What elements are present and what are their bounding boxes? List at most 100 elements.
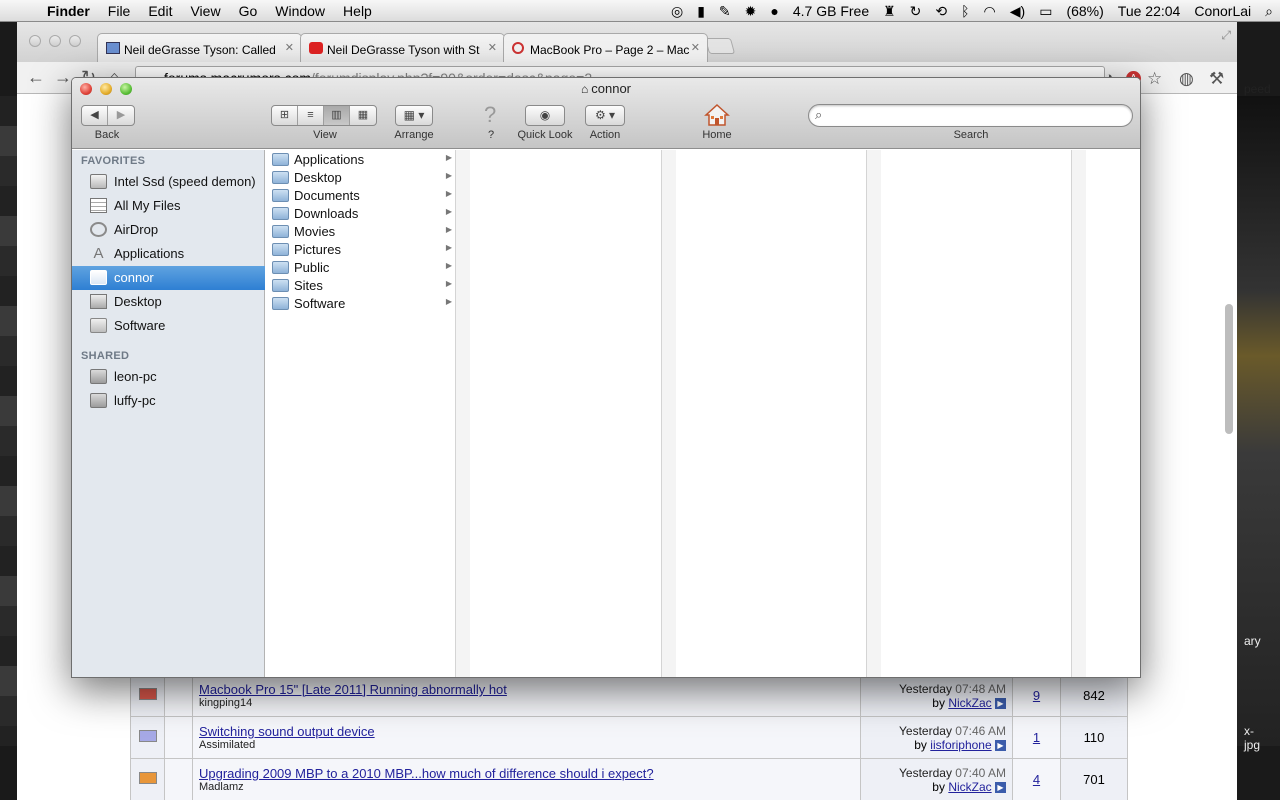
- sidebar-item-airdrop[interactable]: AirDrop: [72, 218, 265, 242]
- wifi-icon[interactable]: ◠: [977, 3, 1003, 20]
- bookmark-star-icon[interactable]: ☆: [1147, 69, 1162, 89]
- thread-title-link[interactable]: Macbook Pro 15" [Late 2011] Running abno…: [199, 682, 860, 697]
- status-meter-icon[interactable]: ▮: [690, 3, 712, 20]
- replies-link[interactable]: 4: [1033, 772, 1040, 787]
- icon-view-button[interactable]: ⊞: [272, 106, 298, 125]
- column-divider[interactable]: [662, 150, 676, 677]
- column-divider[interactable]: [456, 150, 470, 677]
- browser-zoom-button[interactable]: [69, 35, 81, 47]
- sidebar-item-software[interactable]: Software: [72, 314, 265, 338]
- search-label: Search: [953, 129, 989, 141]
- sidebar-item-leon-pc[interactable]: leon-pc: [72, 365, 265, 389]
- thread-author[interactable]: Assimilated: [199, 739, 860, 751]
- sidebar-item-all-my-files[interactable]: All My Files: [72, 194, 265, 218]
- quick-look-button[interactable]: ◉: [525, 105, 565, 126]
- menu-app-finder[interactable]: Finder: [38, 3, 99, 19]
- menu-edit[interactable]: Edit: [139, 3, 181, 19]
- disk-free-status[interactable]: 4.7 GB Free: [786, 3, 876, 19]
- folder-row[interactable]: Downloads ▶: [266, 205, 456, 223]
- sidebar-item-label: Intel Ssd (speed demon): [114, 174, 256, 189]
- back-arrow-icon[interactable]: ←: [27, 67, 45, 88]
- sync-icon[interactable]: ↻: [903, 3, 929, 20]
- status-tool-icon[interactable]: ✎: [712, 3, 738, 20]
- thread-title-link[interactable]: Switching sound output device: [199, 724, 860, 739]
- folder-row[interactable]: Software ▶: [266, 295, 456, 313]
- browser-tab-2[interactable]: Neil DeGrasse Tyson with St ✕: [300, 33, 505, 62]
- arrange-button[interactable]: ▦ ▾: [395, 105, 433, 126]
- column-view-button[interactable]: ▥: [324, 106, 350, 125]
- desktop-background-right: peed ary x- jpg: [1236, 82, 1280, 752]
- thread-title-link[interactable]: Upgrading 2009 MBP to a 2010 MBP...how m…: [199, 766, 860, 781]
- tab-close-icon[interactable]: ✕: [488, 41, 497, 54]
- go-to-last-post-icon[interactable]: ▶: [995, 781, 1006, 793]
- menu-window[interactable]: Window: [266, 3, 334, 19]
- menu-go[interactable]: Go: [230, 3, 267, 19]
- sidebar-item-intel-ssd[interactable]: Intel Ssd (speed demon): [72, 170, 265, 194]
- views-cell: 110: [1060, 716, 1128, 759]
- search-field[interactable]: ⌕: [808, 104, 1133, 127]
- spotlight-icon[interactable]: ⌕: [1258, 3, 1280, 20]
- forward-button[interactable]: ▶: [108, 106, 134, 125]
- replies-link[interactable]: 1: [1033, 730, 1040, 745]
- home-button[interactable]: [704, 103, 730, 127]
- sidebar-item-connor[interactable]: connor: [72, 266, 265, 290]
- thread-author[interactable]: Madlamz: [199, 781, 860, 793]
- fullscreen-icon[interactable]: ⤢: [1221, 28, 1231, 43]
- status-gear-icon[interactable]: ✹: [738, 3, 764, 20]
- wrench-icon[interactable]: ⚒: [1209, 69, 1224, 89]
- back-button[interactable]: ◀: [82, 106, 108, 125]
- bluetooth-icon[interactable]: ᛒ: [954, 3, 976, 19]
- disclosure-arrow-icon: ▶: [445, 297, 452, 306]
- forward-arrow-icon[interactable]: →: [54, 67, 72, 88]
- folder-row[interactable]: Movies ▶: [266, 223, 456, 241]
- battery-icon[interactable]: ▭: [1032, 3, 1059, 20]
- folder-row[interactable]: Sites ▶: [266, 277, 456, 295]
- status-binoculars-icon[interactable]: ♜: [876, 3, 903, 20]
- menu-help[interactable]: Help: [334, 3, 381, 19]
- column-divider[interactable]: [867, 150, 881, 677]
- battery-percent[interactable]: (68%): [1059, 3, 1110, 19]
- column-5: [1086, 150, 1140, 677]
- go-to-last-post-icon[interactable]: ▶: [995, 739, 1006, 751]
- list-view-button[interactable]: ≡: [298, 106, 324, 125]
- folder-name: Sites: [294, 278, 323, 293]
- finder-toolbar: ⌂ connor ◀ ▶ Back ⊞ ≡ ▥ ▦ View ▦ ▾ Arrang…: [72, 78, 1140, 149]
- sidebar-item-applications[interactable]: A Applications: [72, 242, 265, 266]
- tab-close-icon[interactable]: ✕: [691, 41, 700, 54]
- go-to-last-post-icon[interactable]: ▶: [995, 697, 1006, 709]
- folder-row[interactable]: Documents ▶: [266, 187, 456, 205]
- coverflow-view-button[interactable]: ▦: [350, 106, 376, 125]
- last-poster-link[interactable]: NickZac: [948, 780, 991, 794]
- menu-view[interactable]: View: [181, 3, 229, 19]
- folder-row[interactable]: Public ▶: [266, 259, 456, 277]
- column-divider[interactable]: [1072, 150, 1086, 677]
- sidebar-item-desktop[interactable]: Desktop: [72, 290, 265, 314]
- browser-close-button[interactable]: [29, 35, 41, 47]
- browser-minimize-button[interactable]: [49, 35, 61, 47]
- new-tab-button[interactable]: [704, 38, 736, 54]
- folder-row[interactable]: Pictures ▶: [266, 241, 456, 259]
- clock[interactable]: Tue 22:04: [1111, 3, 1188, 19]
- tab-close-icon[interactable]: ✕: [285, 41, 294, 54]
- time-machine-icon[interactable]: ⟲: [928, 3, 954, 20]
- user-name[interactable]: ConorLai: [1187, 3, 1258, 19]
- replies-link[interactable]: 9: [1033, 688, 1040, 703]
- volume-icon[interactable]: ◀): [1003, 3, 1032, 20]
- menu-file[interactable]: File: [99, 3, 140, 19]
- last-poster-link[interactable]: iisforiphone: [930, 738, 991, 752]
- folder-row[interactable]: Applications ▶: [266, 151, 456, 169]
- page-scrollbar[interactable]: [1225, 304, 1233, 434]
- desktop-text-3: x-: [1244, 724, 1254, 738]
- globe-icon[interactable]: ◍: [1179, 69, 1194, 89]
- browser-tab-3-active[interactable]: MacBook Pro – Page 2 – Mac ✕: [503, 33, 708, 62]
- status-eye-icon[interactable]: ◎: [664, 3, 690, 20]
- action-control: ⚙ ▾: [585, 105, 625, 126]
- last-poster-link[interactable]: NickZac: [948, 696, 991, 710]
- action-gear-button[interactable]: ⚙ ▾: [585, 105, 625, 126]
- folder-row[interactable]: Desktop ▶: [266, 169, 456, 187]
- browser-tab-1[interactable]: Neil deGrasse Tyson: Called ✕: [97, 33, 302, 62]
- thread-author[interactable]: kingping14: [199, 697, 860, 709]
- help-icon[interactable]: ?: [484, 102, 496, 128]
- status-hat-icon[interactable]: ●: [763, 3, 785, 19]
- sidebar-item-luffy-pc[interactable]: luffy-pc: [72, 389, 265, 413]
